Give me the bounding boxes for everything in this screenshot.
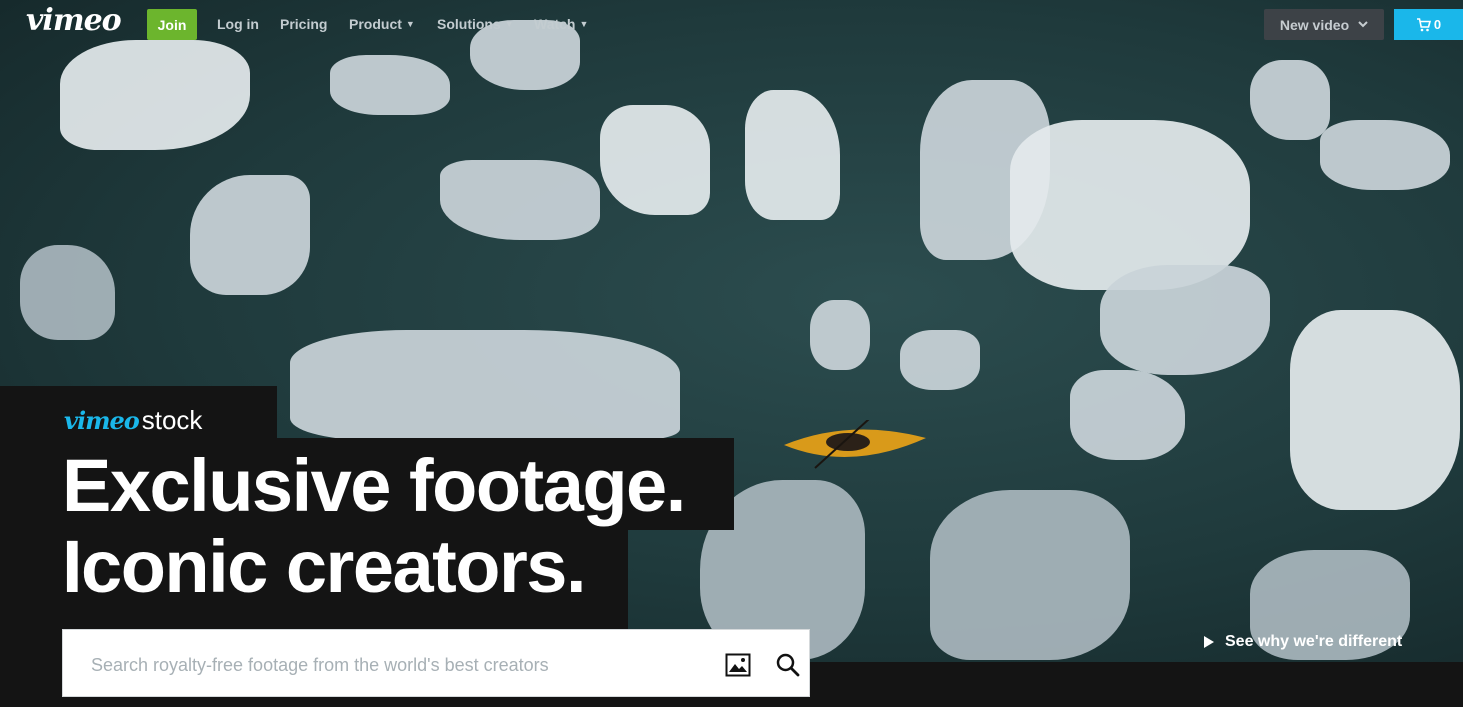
new-video-button[interactable]: New video [1264,9,1384,40]
ice-floe [1250,60,1330,140]
search-bar [62,629,810,697]
chevron-down-icon: ▼ [405,19,415,29]
chevron-down-icon: ▼ [504,19,514,29]
nav-link-label: Solutions [437,16,501,32]
ice-floe [745,90,840,220]
ice-floe [900,330,980,390]
chevron-down-icon [1358,21,1368,28]
ice-floe [60,40,250,150]
ice-floe [290,330,680,440]
see-why-link[interactable]: See why we're different [1203,633,1402,651]
ice-floe [1290,310,1460,510]
ice-floe [20,245,115,340]
nav-product[interactable]: Product ▼ [349,16,415,32]
ice-floe [190,175,310,295]
play-icon [1204,636,1214,648]
ice-floe [1070,370,1185,460]
nav-link-label: Pricing [280,16,328,32]
vimeo-logo[interactable]: vimeo [26,3,122,38]
search-input[interactable] [89,648,713,682]
ice-floe [930,490,1130,660]
headline-line-2: Iconic creators. [62,525,587,608]
stock-logo-vimeo: vimeo [64,406,140,435]
cart-button[interactable]: 0 [1394,9,1463,40]
vimeo-stock-logo: vimeo stock [64,405,202,436]
see-why-label: See why we're different [1225,633,1403,650]
ice-floe [330,55,450,115]
ice-floe [440,160,600,240]
headline-line-1: Exclusive footage. [62,444,686,527]
stock-logo-word: stock [141,405,203,435]
ice-floe [810,300,870,370]
image-search-icon[interactable] [725,653,751,677]
nav-watch[interactable]: Watch ▼ [534,16,588,32]
nav-link-label: Watch [534,16,576,32]
magnifier-icon[interactable] [775,652,801,678]
chevron-down-icon: ▼ [579,19,589,29]
cart-icon [1416,17,1431,31]
nav-login[interactable]: Log in [217,16,259,32]
new-video-label: New video [1279,16,1350,33]
join-button[interactable]: Join [147,9,197,40]
nav-link-label: Product [349,16,402,32]
ice-floe [600,105,710,215]
ice-floe [1320,120,1450,190]
nav-pricing[interactable]: Pricing [280,16,327,32]
cart-count: 0 [1433,17,1442,32]
ice-floe [1100,265,1270,375]
kayak-illustration [784,420,926,469]
nav-solutions[interactable]: Solutions ▼ [437,16,514,32]
nav-link-label: Log in [217,16,259,32]
